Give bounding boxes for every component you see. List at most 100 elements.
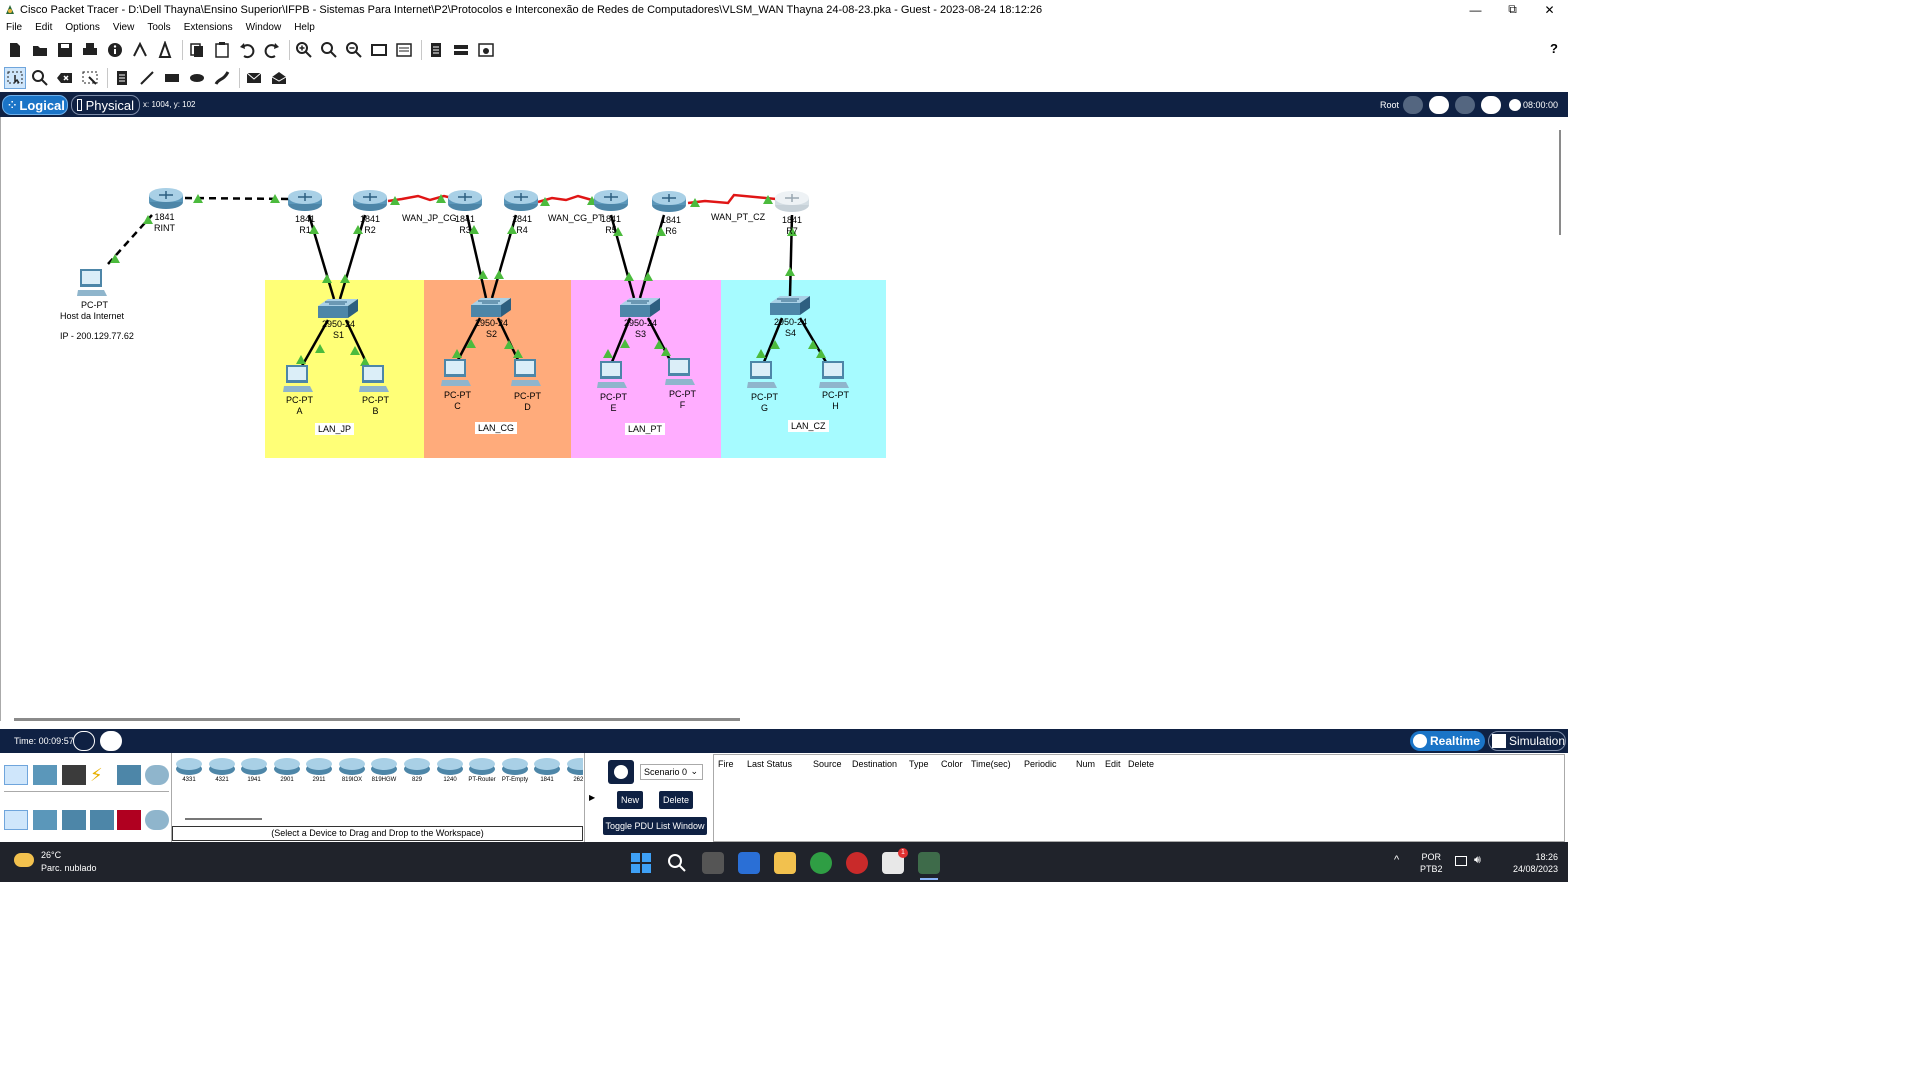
weather-temp: 26°C — [41, 850, 62, 860]
time-bar: Time: 00:09:57 Realtime Simulation — [0, 729, 1568, 753]
pdu-col-last-status[interactable]: Last Status — [747, 759, 813, 769]
pc-c-icon[interactable] — [440, 358, 472, 388]
device-tile-1240[interactable]: 1240 — [435, 756, 465, 788]
file-explorer-icon[interactable] — [774, 852, 796, 874]
router-r4-icon[interactable] — [503, 188, 539, 212]
end-devices-category-icon[interactable] — [33, 765, 57, 785]
scenario-info-icon[interactable] — [608, 760, 634, 784]
router-icon — [209, 758, 235, 775]
store-icon[interactable] — [738, 852, 760, 874]
power-cycle-icon[interactable] — [73, 731, 95, 751]
device-tile-4331[interactable]: 4331 — [174, 756, 204, 788]
system-clock[interactable]: 18:26 24/08/2023 — [1496, 851, 1558, 875]
components-category-icon[interactable] — [62, 765, 86, 785]
device-tile-819hgw[interactable]: 819HGW — [369, 756, 399, 788]
router-icon — [534, 758, 560, 775]
router-rint-label: 1841 RINT — [154, 212, 175, 233]
palette-scrollbar[interactable] — [185, 818, 262, 820]
router-r6-icon[interactable] — [651, 189, 687, 213]
expand-arrow-icon[interactable]: ▶ — [589, 793, 595, 802]
device-tile-2620[interactable]: 2620 — [565, 756, 583, 788]
security-subcategory-icon[interactable] — [117, 810, 141, 830]
pdu-col-type[interactable]: Type — [909, 759, 941, 769]
device-tile-pt-empty[interactable]: PT-Empty — [500, 756, 530, 788]
device-tile-4321[interactable]: 4321 — [207, 756, 237, 788]
device-tile-2901[interactable]: 2901 — [272, 756, 302, 788]
misc-category-icon[interactable] — [117, 765, 141, 785]
pdu-col-num[interactable]: Num — [1076, 759, 1105, 769]
router-r3-icon[interactable] — [447, 188, 483, 212]
device-tile-819iox[interactable]: 819IOX — [337, 756, 367, 788]
scenario-select[interactable]: Scenario 0 ⌄ — [640, 764, 703, 780]
chrome-profile-icon[interactable] — [846, 852, 868, 874]
delete-scenario-button[interactable]: Delete — [659, 791, 693, 809]
realtime-mode-button[interactable]: Realtime — [1410, 731, 1485, 751]
search-icon[interactable] — [666, 852, 688, 874]
switches-subcategory-icon[interactable] — [33, 810, 57, 830]
pdu-col-source[interactable]: Source — [813, 759, 852, 769]
wan-emulation-subcategory-icon[interactable] — [145, 810, 169, 830]
new-scenario-button[interactable]: New — [617, 791, 643, 809]
device-tile-829[interactable]: 829 — [402, 756, 432, 788]
pdu-col-delete[interactable]: Delete — [1128, 759, 1168, 769]
pdu-col-edit[interactable]: Edit — [1105, 759, 1128, 769]
vertical-scrollbar[interactable] — [1559, 130, 1561, 235]
start-icon[interactable] — [630, 852, 652, 874]
pc-host-icon[interactable] — [76, 268, 108, 298]
router-r5-icon[interactable] — [593, 188, 629, 212]
simulation-mode-button[interactable]: Simulation — [1488, 731, 1566, 751]
device-tile-1941[interactable]: 1941 — [239, 756, 269, 788]
wireless-subcategory-icon[interactable] — [90, 810, 114, 830]
router-r7-label: 1841 R7 — [782, 215, 803, 236]
pc-a-icon[interactable] — [282, 364, 314, 394]
windows-taskbar: 26°C Parc. nublado 1 ^ POR PTB2 🔊︎ 18:26 2… — [0, 842, 1568, 882]
pc-b-icon[interactable] — [358, 364, 390, 394]
link-wan-pt-cz[interactable] — [687, 193, 777, 205]
volume-icon[interactable]: 🔊︎ — [1474, 854, 1481, 867]
router-r7-icon[interactable] — [774, 189, 810, 213]
pc-h-icon[interactable] — [818, 360, 850, 390]
connections-category-icon[interactable]: ⚡ — [90, 765, 114, 785]
packet-tracer-taskbar-icon[interactable] — [918, 852, 940, 874]
simulation-icon — [1492, 734, 1506, 748]
device-tile-2911[interactable]: 2911 — [304, 756, 334, 788]
router-r1-icon[interactable] — [287, 188, 323, 212]
notion-icon[interactable]: 1 — [882, 848, 908, 874]
pc-d-icon[interactable] — [510, 358, 542, 388]
pc-e-icon[interactable] — [596, 360, 628, 390]
pdu-col-destination[interactable]: Destination — [852, 759, 909, 769]
router-r2-icon[interactable] — [352, 188, 388, 212]
pc-f-icon[interactable] — [664, 357, 696, 387]
toggle-pdu-list-button[interactable]: Toggle PDU List Window — [603, 817, 707, 835]
simulation-label: Simulation — [1508, 734, 1565, 748]
device-tile-1841[interactable]: 1841 — [532, 756, 562, 788]
horizontal-scrollbar[interactable] — [14, 718, 740, 721]
pc-g-icon[interactable] — [746, 360, 778, 390]
hubs-subcategory-icon[interactable] — [62, 810, 86, 830]
router-rint-icon[interactable] — [148, 186, 184, 210]
weather-widget[interactable]: 26°C Parc. nublado — [14, 850, 114, 876]
switch-s1-icon[interactable] — [317, 298, 359, 320]
switch-s4-icon[interactable] — [769, 295, 811, 317]
network-icon[interactable] — [1455, 856, 1467, 866]
pdu-col-time[interactable]: Time(sec) — [971, 759, 1024, 769]
switch-s2-icon[interactable] — [470, 297, 512, 319]
pdu-col-fire[interactable]: Fire — [718, 759, 747, 769]
device-tile-pt-router[interactable]: PT-Router — [467, 756, 497, 788]
fast-forward-icon[interactable] — [100, 731, 122, 751]
pc-d-label: PC-PT D — [514, 391, 541, 412]
pc-h-label: PC-PT H — [822, 390, 849, 411]
switch-s3-icon[interactable] — [619, 297, 661, 319]
tray-chevron-up-icon[interactable]: ^ — [1394, 854, 1399, 866]
chrome-icon[interactable] — [810, 852, 832, 874]
task-view-icon[interactable] — [702, 852, 724, 874]
routers-subcategory-icon[interactable] — [4, 810, 28, 830]
pdu-col-periodic[interactable]: Periodic — [1024, 759, 1076, 769]
switch-s1-label: 2950-24 S1 — [322, 319, 356, 340]
network-devices-category-icon[interactable] — [4, 765, 28, 785]
palette-separator — [584, 753, 585, 842]
language-indicator[interactable]: POR PTB2 — [1420, 851, 1443, 875]
pc-f-label: PC-PT F — [669, 389, 696, 410]
pdu-col-color[interactable]: Color — [941, 759, 971, 769]
multiuser-category-icon[interactable] — [145, 765, 169, 785]
